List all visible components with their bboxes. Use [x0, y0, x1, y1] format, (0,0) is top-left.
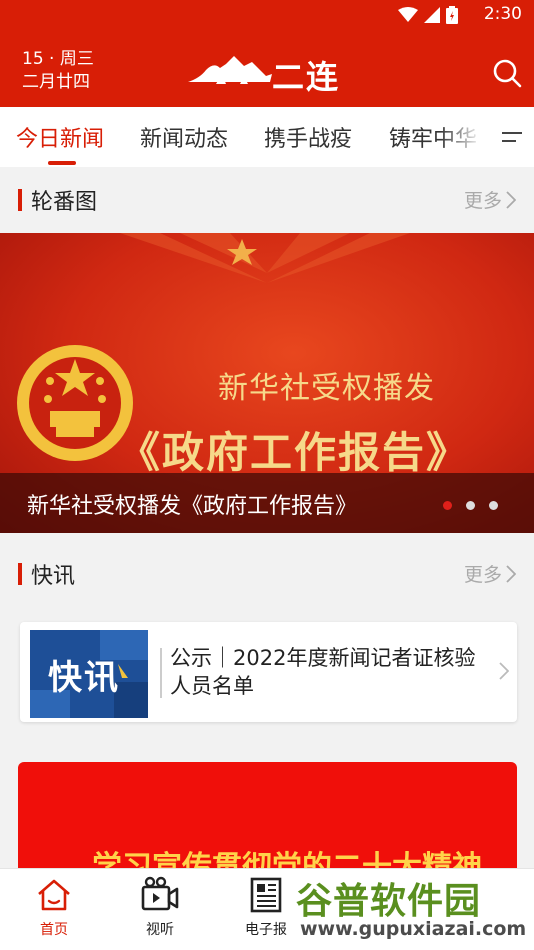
app-header: 2:30 15 · 周三 二月廿四 二连 — [0, 0, 534, 107]
news-card-title: 公示｜2022年度新闻记者证核验人员名单 — [170, 646, 476, 698]
date-display: 15 · 周三 二月廿四 — [22, 48, 94, 94]
carousel-dot[interactable] — [489, 501, 498, 510]
carousel-more-link[interactable]: 更多 — [464, 186, 516, 213]
chevron-right-icon — [506, 564, 516, 583]
status-bar: 2:30 — [0, 0, 534, 30]
chevron-right-icon — [506, 190, 516, 209]
banner-title: 《政府工作报告》 — [118, 428, 471, 477]
watermark-url: www.gupuxiazai.com — [300, 918, 527, 940]
menu-icon[interactable] — [500, 127, 524, 147]
newspaper-icon — [250, 877, 282, 913]
battery-icon — [446, 6, 458, 24]
carousel-dot[interactable] — [443, 501, 452, 510]
nav-home[interactable]: 首页 — [14, 875, 94, 939]
news-card[interactable]: 快讯 公示｜2022年度新闻记者证核验人员名单 — [20, 622, 517, 722]
active-tab-indicator — [48, 161, 76, 165]
wifi-icon — [398, 7, 418, 22]
tab-news-updates[interactable]: 新闻动态 — [140, 121, 228, 153]
banner-subtitle: 新华社受权播发 — [218, 371, 435, 406]
tab-fight-epidemic[interactable]: 携手战疫 — [264, 121, 352, 153]
carousel-section-header: 轮番图 更多 — [0, 167, 534, 233]
site-watermark: 谷普软件园 www.gupuxiazai.com — [292, 864, 530, 946]
news-carousel[interactable]: 新华社受权播发 《政府工作报告》 新华社受权播发《政府工作报告》 — [0, 233, 534, 533]
nav-video-label: 视听 — [146, 922, 174, 938]
card-divider — [160, 648, 162, 698]
carousel-caption-text: 新华社受权播发《政府工作报告》 — [27, 494, 358, 519]
chevron-right-icon — [499, 662, 509, 680]
carousel-caption: 新华社受权播发《政府工作报告》 — [0, 473, 534, 533]
tab-fade — [440, 107, 500, 167]
app-root: 2:30 15 · 周三 二月廿四 二连 今日新闻 新闻动态 携手战疫 铸牢中华 — [0, 0, 534, 950]
search-icon[interactable] — [492, 58, 522, 88]
date-lunar: 二月廿四 — [22, 72, 90, 92]
carousel-dot[interactable] — [466, 501, 475, 510]
flash-more-link[interactable]: 更多 — [464, 560, 516, 587]
more-label: 更多 — [463, 564, 502, 586]
watermark-title: 谷普软件园 — [296, 881, 482, 922]
flash-section-header: 快讯 更多 — [0, 541, 534, 607]
nav-home-label: 首页 — [40, 922, 68, 938]
nav-video[interactable]: 视听 — [120, 875, 200, 939]
more-label: 更多 — [463, 190, 502, 212]
status-time: 2:30 — [483, 4, 522, 24]
carousel-section-title: 轮番图 — [31, 190, 98, 215]
tab-today-news[interactable]: 今日新闻 — [16, 121, 104, 153]
home-icon — [38, 879, 70, 911]
news-thumbnail: 快讯 — [30, 630, 148, 718]
date-day: 15 · 周三 — [22, 49, 94, 69]
category-tabs: 今日新闻 新闻动态 携手战疫 铸牢中华 — [0, 107, 534, 167]
flash-section-title: 快讯 — [31, 564, 76, 589]
status-icons — [398, 6, 458, 24]
carousel-dots — [443, 501, 498, 510]
thumbnail-text: 快讯 — [48, 658, 120, 698]
section-accent-bar — [18, 563, 22, 585]
video-icon — [141, 876, 179, 911]
signal-icon — [424, 7, 440, 23]
section-accent-bar — [18, 189, 22, 211]
app-logo-text: 二连 — [272, 58, 341, 96]
